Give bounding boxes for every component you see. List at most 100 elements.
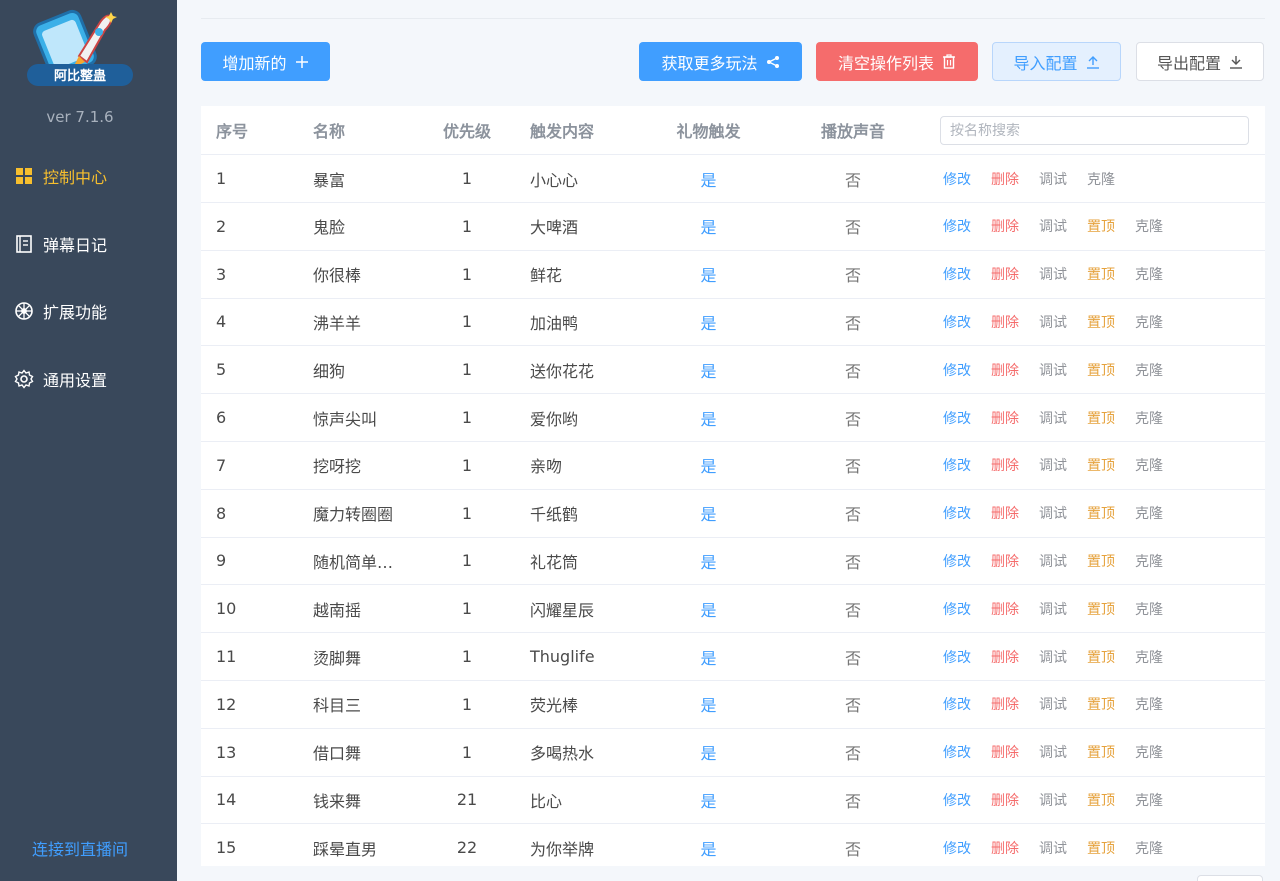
debug-link[interactable]: 调试 — [1039, 599, 1067, 619]
sidebar-item-general-settings[interactable]: 通用设置 — [0, 356, 177, 402]
delete-link[interactable]: 删除 — [991, 503, 1019, 523]
pin-top-link[interactable]: 置顶 — [1087, 790, 1115, 810]
delete-link[interactable]: 删除 — [991, 647, 1019, 667]
edit-link[interactable]: 修改 — [943, 264, 971, 284]
debug-link[interactable]: 调试 — [1039, 503, 1067, 523]
clear-list-label: 清空操作列表 — [837, 53, 934, 73]
edit-link[interactable]: 修改 — [943, 599, 971, 619]
edit-link[interactable]: 修改 — [943, 694, 971, 714]
clone-link[interactable]: 克隆 — [1135, 694, 1163, 714]
delete-link[interactable]: 删除 — [991, 838, 1019, 858]
delete-link[interactable]: 删除 — [991, 360, 1019, 380]
sidebar-item-extensions[interactable]: 扩展功能 — [0, 288, 177, 334]
debug-link[interactable]: 调试 — [1039, 216, 1067, 236]
pin-top-link[interactable]: 置顶 — [1087, 599, 1115, 619]
clone-link[interactable]: 克隆 — [1135, 264, 1163, 284]
edit-link[interactable]: 修改 — [943, 408, 971, 428]
row-play-sound: 否 — [844, 266, 861, 286]
pin-top-link[interactable]: 置顶 — [1087, 742, 1115, 762]
edit-link[interactable]: 修改 — [943, 455, 971, 475]
edit-link[interactable]: 修改 — [943, 742, 971, 762]
pin-top-link[interactable]: 置顶 — [1087, 216, 1115, 236]
edit-link[interactable]: 修改 — [943, 838, 971, 858]
edit-link[interactable]: 修改 — [943, 790, 971, 810]
edit-link[interactable]: 修改 — [943, 312, 971, 332]
edit-link[interactable]: 修改 — [943, 360, 971, 380]
clone-link[interactable]: 克隆 — [1135, 551, 1163, 571]
row-priority: 21 — [456, 790, 478, 810]
import-config-button[interactable]: 导入配置 — [992, 42, 1121, 81]
debug-link[interactable]: 调试 — [1039, 790, 1067, 810]
table-row: 4 沸羊羊 1 加油鸭 是 否 修改 删除 调试 置顶 克隆 — [201, 298, 1265, 347]
clone-link[interactable]: 克隆 — [1135, 790, 1163, 810]
row-trigger: 千纸鹤 — [530, 505, 579, 525]
clone-link[interactable]: 克隆 — [1135, 408, 1163, 428]
sidebar-item-control-center[interactable]: 控制中心 — [0, 153, 177, 199]
get-more-button[interactable]: 获取更多玩法 — [639, 42, 802, 81]
delete-link[interactable]: 删除 — [991, 408, 1019, 428]
pin-top-link[interactable]: 置顶 — [1087, 647, 1115, 667]
debug-link[interactable]: 调试 — [1039, 694, 1067, 714]
download-icon — [1229, 55, 1243, 69]
delete-link[interactable]: 删除 — [991, 694, 1019, 714]
edit-link[interactable]: 修改 — [943, 503, 971, 523]
debug-link[interactable]: 调试 — [1039, 408, 1067, 428]
delete-link[interactable]: 删除 — [991, 169, 1019, 189]
row-trigger: 加油鸭 — [530, 313, 579, 333]
debug-link[interactable]: 调试 — [1039, 647, 1067, 667]
pagination-stub[interactable] — [1197, 875, 1263, 881]
add-new-button[interactable]: 增加新的 — [201, 42, 330, 81]
pin-top-link[interactable]: 置顶 — [1087, 838, 1115, 858]
debug-link[interactable]: 调试 — [1039, 551, 1067, 571]
pin-top-link[interactable]: 置顶 — [1087, 551, 1115, 571]
table-row: 9 随机简单… 1 礼花筒 是 否 修改 删除 调试 置顶 克隆 — [201, 537, 1265, 586]
pin-top-link[interactable]: 置顶 — [1087, 455, 1115, 475]
pin-top-link[interactable]: 置顶 — [1087, 312, 1115, 332]
sidebar-item-danmaku-log[interactable]: 弹幕日记 — [0, 221, 177, 267]
edit-link[interactable]: 修改 — [943, 647, 971, 667]
clone-link[interactable]: 克隆 — [1135, 455, 1163, 475]
clone-link[interactable]: 克隆 — [1135, 599, 1163, 619]
delete-link[interactable]: 删除 — [991, 216, 1019, 236]
clear-list-button[interactable]: 清空操作列表 — [816, 42, 978, 81]
debug-link[interactable]: 调试 — [1039, 742, 1067, 762]
delete-link[interactable]: 删除 — [991, 312, 1019, 332]
clone-link[interactable]: 克隆 — [1135, 216, 1163, 236]
row-name: 魔力转圈圈 — [313, 505, 394, 525]
debug-link[interactable]: 调试 — [1039, 455, 1067, 475]
edit-link[interactable]: 修改 — [943, 551, 971, 571]
edit-link[interactable]: 修改 — [943, 216, 971, 236]
row-index: 10 — [216, 599, 237, 619]
edit-link[interactable]: 修改 — [943, 169, 971, 189]
clone-link[interactable]: 克隆 — [1135, 742, 1163, 762]
delete-link[interactable]: 删除 — [991, 599, 1019, 619]
export-config-button[interactable]: 导出配置 — [1136, 42, 1264, 81]
row-gift-trigger: 是 — [700, 791, 717, 811]
debug-link[interactable]: 调试 — [1039, 312, 1067, 332]
clone-link[interactable]: 克隆 — [1135, 360, 1163, 380]
clone-link[interactable]: 克隆 — [1135, 838, 1163, 858]
debug-link[interactable]: 调试 — [1039, 169, 1067, 189]
debug-link[interactable]: 调试 — [1039, 264, 1067, 284]
delete-link[interactable]: 删除 — [991, 455, 1019, 475]
delete-link[interactable]: 删除 — [991, 264, 1019, 284]
debug-link[interactable]: 调试 — [1039, 838, 1067, 858]
clone-link[interactable]: 克隆 — [1087, 169, 1115, 189]
debug-link[interactable]: 调试 — [1039, 360, 1067, 380]
clone-link[interactable]: 克隆 — [1135, 503, 1163, 523]
row-index: 3 — [216, 264, 227, 284]
row-gift-trigger: 是 — [700, 744, 717, 764]
pin-top-link[interactable]: 置顶 — [1087, 694, 1115, 714]
clone-link[interactable]: 克隆 — [1135, 312, 1163, 332]
delete-link[interactable]: 删除 — [991, 790, 1019, 810]
delete-link[interactable]: 删除 — [991, 742, 1019, 762]
delete-link[interactable]: 删除 — [991, 551, 1019, 571]
row-priority: 22 — [456, 838, 478, 858]
pin-top-link[interactable]: 置顶 — [1087, 408, 1115, 428]
connect-live-room-link[interactable]: 连接到直播间 — [0, 836, 160, 860]
pin-top-link[interactable]: 置顶 — [1087, 503, 1115, 523]
pin-top-link[interactable]: 置顶 — [1087, 264, 1115, 284]
clone-link[interactable]: 克隆 — [1135, 647, 1163, 667]
pin-top-link[interactable]: 置顶 — [1087, 360, 1115, 380]
search-input[interactable] — [940, 116, 1249, 145]
